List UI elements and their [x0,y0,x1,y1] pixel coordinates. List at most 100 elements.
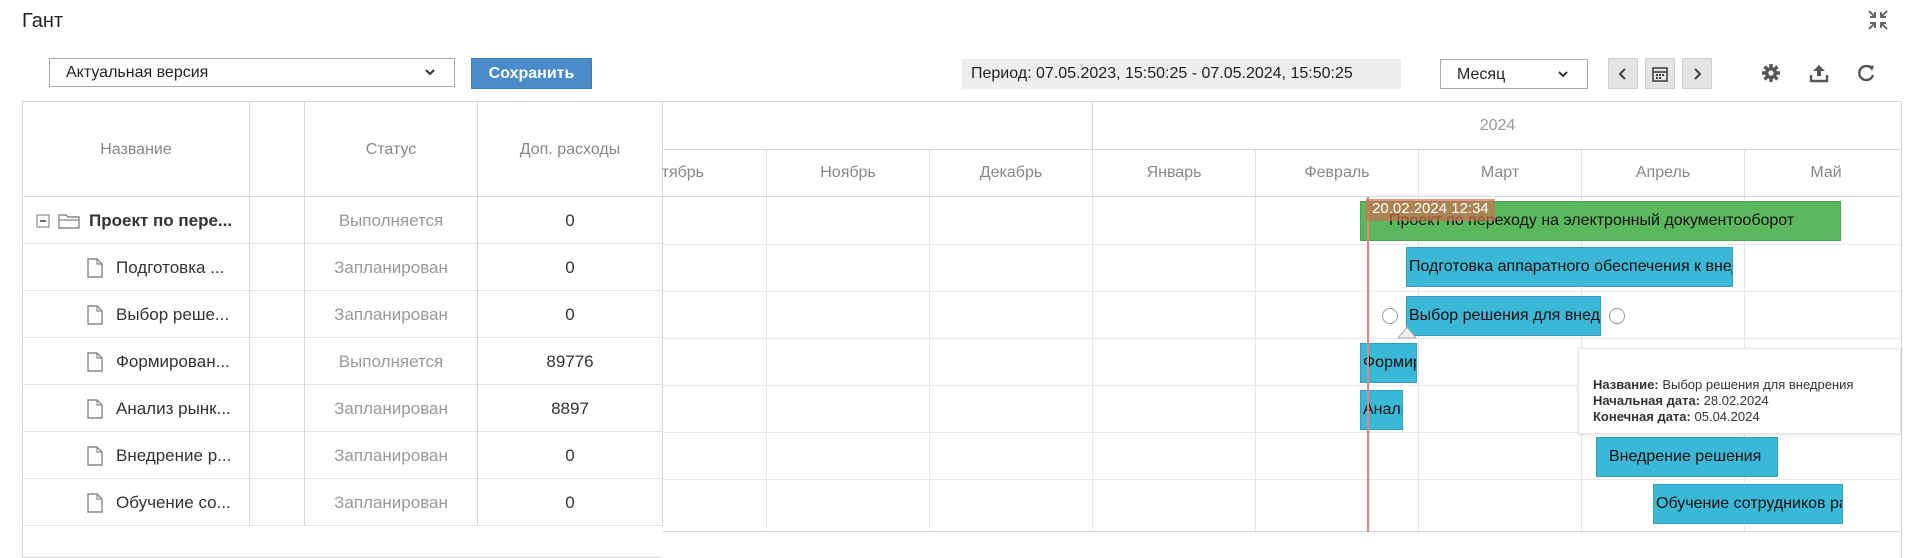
chevron-down-icon [425,69,435,76]
document-icon [87,492,103,513]
column-header-blank [250,102,305,197]
task-name: Проект по пере... [89,210,233,230]
status-cell: Выполняется [305,197,478,244]
task-name: Выбор реше... [116,304,230,324]
task-grid: Название Статус Доп. расходы Проект по п… [22,101,663,558]
progress-drag-icon[interactable] [1396,325,1418,339]
month-header: Март [1418,150,1581,197]
calendar-button[interactable] [1645,58,1675,89]
blank-cell [250,479,305,526]
export-icon[interactable] [1808,62,1830,84]
gantt-bar[interactable]: Выбор решения для внедрения [1406,296,1601,336]
status-cell: Запланирован [305,479,478,526]
table-row[interactable]: Подготовка ... Запланирован 0 [23,244,663,291]
tooltip-name-value: Выбор решения для внедрения [1662,377,1854,392]
month-header: Апрель [1581,150,1744,197]
prev-period-button[interactable] [1608,58,1638,89]
blank-cell [250,197,305,244]
task-name-cell: Подготовка ... [23,244,250,291]
table-row[interactable]: Обучение со... Запланирован 0 [23,479,663,526]
row-gridline [662,244,1901,245]
chevron-left-icon [1618,67,1626,80]
gantt-bar[interactable]: Обучение сотрудников работе [1653,484,1843,524]
task-name: Анализ рынк... [116,398,231,418]
document-icon [87,257,103,278]
task-tooltip: Название: Выбор решения для внедрения На… [1578,348,1901,434]
grid-header: Название Статус Доп. расходы [23,102,663,197]
status-cell: Запланирован [305,291,478,338]
link-handle-start[interactable] [1382,308,1398,324]
cost-cell: 8897 [478,385,663,432]
folder-icon [58,213,80,229]
task-name: Внедрение р... [116,445,232,465]
tooltip-end-label: Конечная дата: [1593,409,1691,424]
save-button[interactable]: Сохранить [471,58,592,89]
gantt-chart: 2024 Октябрь Ноябрь Декабрь Январь Февра… [662,101,1902,558]
refresh-icon[interactable] [1855,62,1877,84]
document-icon [87,445,103,466]
column-header-name[interactable]: Название [23,102,250,197]
scale-select[interactable]: Месяц [1440,59,1588,89]
cost-cell: 0 [478,197,663,244]
task-name: Подготовка ... [116,257,225,277]
table-row[interactable]: Внедрение р... Запланирован 0 [23,432,663,479]
column-header-status[interactable]: Статус [305,102,478,197]
cost-cell: 89776 [478,338,663,385]
status-cell: Запланирован [305,432,478,479]
task-name: Формирован... [116,351,230,371]
month-header: Декабрь [929,150,1092,197]
table-row[interactable]: Анализ рынк... Запланирован 8897 [23,385,663,432]
chevron-right-icon [1694,67,1702,80]
month-gridline [1255,197,1256,532]
cost-cell: 0 [478,244,663,291]
today-label: 20.02.2024 12:34 [1366,199,1495,221]
blank-cell [250,385,305,432]
column-header-cost[interactable]: Доп. расходы [478,102,663,197]
status-cell: Запланирован [305,385,478,432]
task-name-cell: Выбор реше... [23,291,250,338]
chevron-down-icon [1558,71,1568,78]
document-icon [87,398,103,419]
table-row[interactable]: Выбор реше... Запланирован 0 [23,291,663,338]
gear-icon[interactable] [1760,62,1782,84]
status-cell: Запланирован [305,244,478,291]
month-header: Январь [1092,150,1255,197]
row-gridline [662,479,1901,480]
task-name-cell: Проект по пере... [23,197,250,244]
table-row[interactable]: Формирован... Выполняется 89776 [23,338,663,385]
month-gridline [766,197,767,532]
calendar-icon [1652,66,1668,82]
tooltip-name-label: Название: [1593,377,1659,392]
year-header-prev [662,102,1092,150]
version-select-value: Актуальная версия [66,64,209,81]
next-period-button[interactable] [1682,58,1712,89]
row-gridline [662,291,1901,292]
blank-cell [250,432,305,479]
version-select[interactable]: Актуальная версия [49,58,455,87]
month-header: Ноябрь [766,150,929,197]
link-handle-end[interactable] [1609,308,1625,324]
month-header: Май [1744,150,1901,197]
cost-cell: 0 [478,479,663,526]
toolbar: Актуальная версия Сохранить Период: 07.0… [0,0,1917,100]
collapse-tree-icon[interactable] [36,214,50,228]
year-header: 2024 [1092,102,1901,150]
month-header: Октябрь [662,150,766,197]
period-label: Период: [971,65,1037,82]
task-name-cell: Внедрение р... [23,432,250,479]
task-name-cell: Формирован... [23,338,250,385]
period-display: Период: 07.05.2023, 15:50:25 - 07.05.202… [962,59,1401,89]
period-value: 07.05.2023, 15:50:25 - 07.05.2024, 15:50… [1036,65,1353,82]
gantt-bar[interactable]: Подготовка аппаратного обеспечения к вне… [1406,247,1733,287]
chart-bottom-line [662,531,1901,532]
task-name-cell: Обучение со... [23,479,250,526]
gantt-bar[interactable]: Внедрение решения [1596,437,1778,477]
month-header: Февраль [1255,150,1418,197]
table-row[interactable]: Проект по пере... Выполняется 0 [23,197,663,244]
blank-cell [250,338,305,385]
document-icon [87,304,103,325]
tooltip-start-label: Начальная дата: [1593,393,1701,408]
today-marker [1367,197,1369,532]
document-icon [87,351,103,372]
status-cell: Выполняется [305,338,478,385]
